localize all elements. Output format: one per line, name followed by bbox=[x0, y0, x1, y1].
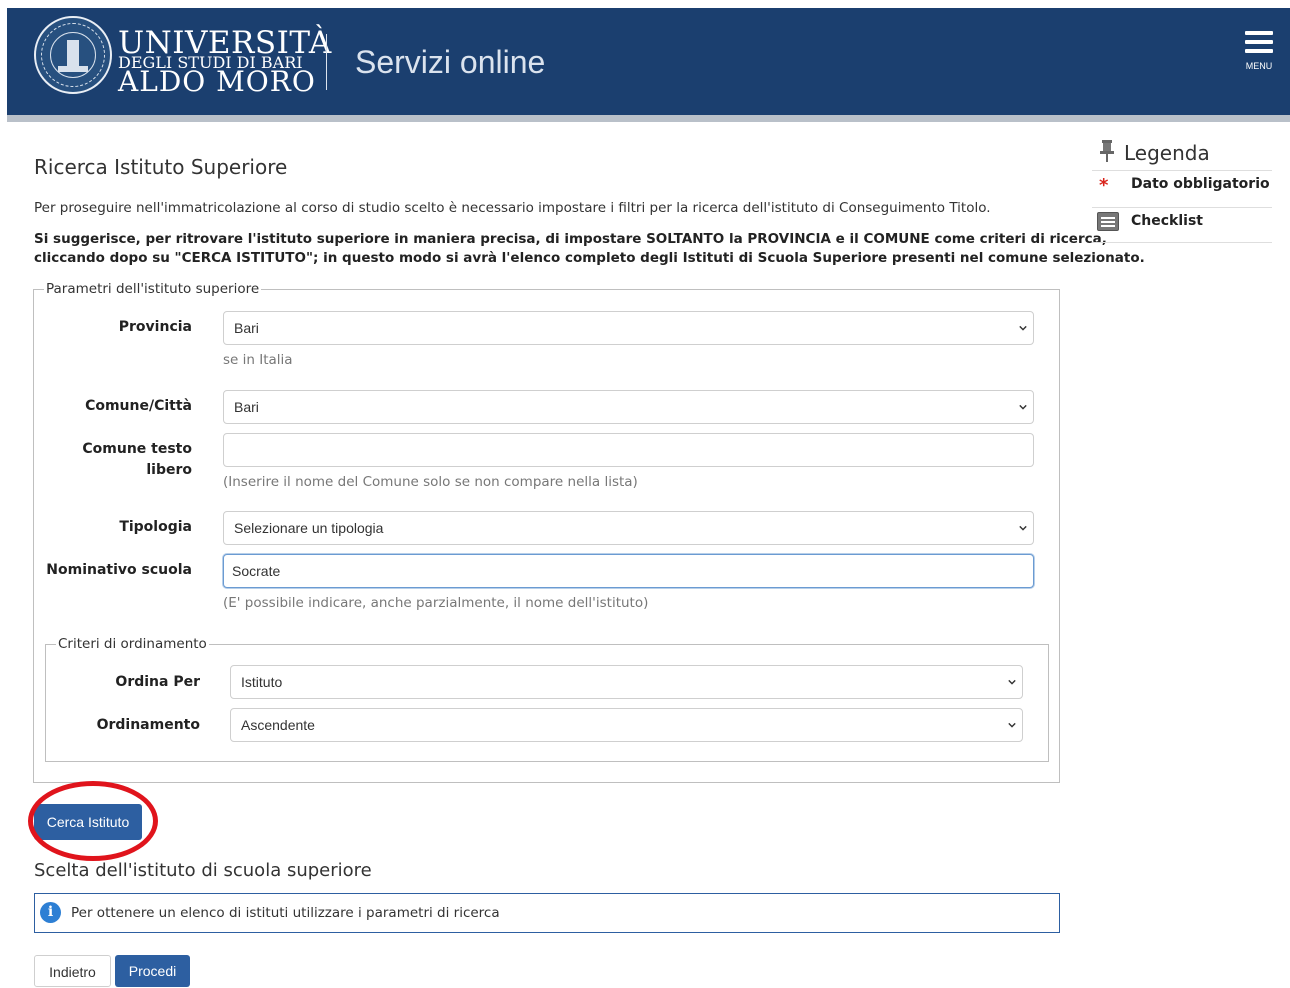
provincia-select[interactable]: Bari bbox=[223, 311, 1034, 345]
ordering-fieldset bbox=[45, 644, 1049, 762]
info-box: i Per ottenere un elenco di istituti uti… bbox=[34, 893, 1060, 933]
comune-select[interactable]: Bari bbox=[223, 390, 1034, 424]
nominativo-input[interactable]: Socrate bbox=[223, 554, 1034, 588]
comune-libero-label-line-2: libero bbox=[146, 462, 192, 478]
provincia-value: Bari bbox=[234, 320, 259, 336]
ordina-per-select[interactable]: Istituto bbox=[230, 665, 1023, 699]
comune-value: Bari bbox=[234, 399, 259, 415]
info-text: Per ottenere un elenco di istituti utili… bbox=[71, 905, 500, 921]
intro-text: Per proseguire nell'immatricolazione al … bbox=[34, 200, 991, 216]
indietro-button[interactable]: Indietro bbox=[34, 955, 111, 987]
search-suggestion-line-2: cliccando dopo su "CERCA ISTITUTO"; in q… bbox=[34, 250, 1145, 266]
chevron-down-icon bbox=[1019, 404, 1027, 410]
search-suggestion: Si suggerisce, per ritrovare l'istituto … bbox=[34, 230, 1145, 268]
nominativo-value: Socrate bbox=[232, 563, 281, 579]
ordina-per-label: Ordina Per bbox=[115, 674, 200, 690]
comune-label: Comune/Città bbox=[85, 398, 192, 414]
page-title: Ricerca Istituto Superiore bbox=[34, 155, 288, 179]
procedi-button[interactable]: Procedi bbox=[115, 955, 190, 987]
legenda-title: Legenda bbox=[1124, 141, 1210, 165]
checklist-icon[interactable] bbox=[1097, 212, 1119, 231]
chevron-down-icon bbox=[1019, 525, 1027, 531]
menu-label: MENU bbox=[1245, 61, 1273, 71]
tipologia-value: Selezionare un tipologia bbox=[234, 520, 384, 536]
header-stripe bbox=[7, 115, 1290, 122]
legenda-divider bbox=[1092, 170, 1272, 171]
chevron-down-icon bbox=[1008, 722, 1016, 728]
header-title: Servizi online bbox=[355, 44, 546, 80]
ordinamento-value: Ascendente bbox=[241, 717, 315, 733]
chevron-down-icon bbox=[1008, 679, 1016, 685]
header-divider bbox=[326, 34, 327, 90]
legenda-checklist[interactable]: Checklist bbox=[1131, 213, 1203, 229]
results-title: Scelta dell'istituto di scuola superiore bbox=[34, 860, 372, 881]
legenda-divider bbox=[1092, 207, 1272, 208]
comune-libero-label-line-1: Comune testo bbox=[82, 441, 192, 457]
required-star-icon: * bbox=[1099, 175, 1109, 196]
highlight-annotation bbox=[28, 781, 158, 861]
ordinamento-select[interactable]: Ascendente bbox=[230, 708, 1023, 742]
chevron-down-icon bbox=[1019, 325, 1027, 331]
search-suggestion-line-1: Si suggerisce, per ritrovare l'istituto … bbox=[34, 231, 1107, 247]
ordinamento-label: Ordinamento bbox=[96, 717, 200, 733]
logo-line-3: ALDO MORO bbox=[118, 65, 316, 98]
legenda-divider bbox=[1092, 242, 1272, 243]
comune-libero-hint: (Inserire il nome del Comune solo se non… bbox=[223, 474, 638, 490]
provincia-label: Provincia bbox=[118, 319, 192, 335]
pin-icon bbox=[1100, 140, 1114, 162]
info-icon: i bbox=[40, 902, 61, 923]
comune-libero-input[interactable] bbox=[223, 433, 1034, 467]
params-legend: Parametri dell'istituto superiore bbox=[44, 281, 262, 297]
university-seal-icon[interactable] bbox=[34, 16, 112, 94]
comune-libero-label: Comune testo libero bbox=[60, 439, 192, 481]
legenda-required: Dato obbligatorio bbox=[1131, 176, 1270, 192]
nominativo-label: Nominativo scuola bbox=[46, 562, 192, 578]
tipologia-select[interactable]: Selezionare un tipologia bbox=[223, 511, 1034, 545]
ordering-legend: Criteri di ordinamento bbox=[56, 636, 209, 652]
provincia-hint: se in Italia bbox=[223, 352, 293, 368]
nominativo-hint: (E' possibile indicare, anche parzialmen… bbox=[223, 595, 649, 611]
tipologia-label: Tipologia bbox=[119, 519, 192, 535]
menu-button[interactable]: MENU bbox=[1241, 31, 1277, 73]
ordina-per-value: Istituto bbox=[241, 674, 283, 690]
